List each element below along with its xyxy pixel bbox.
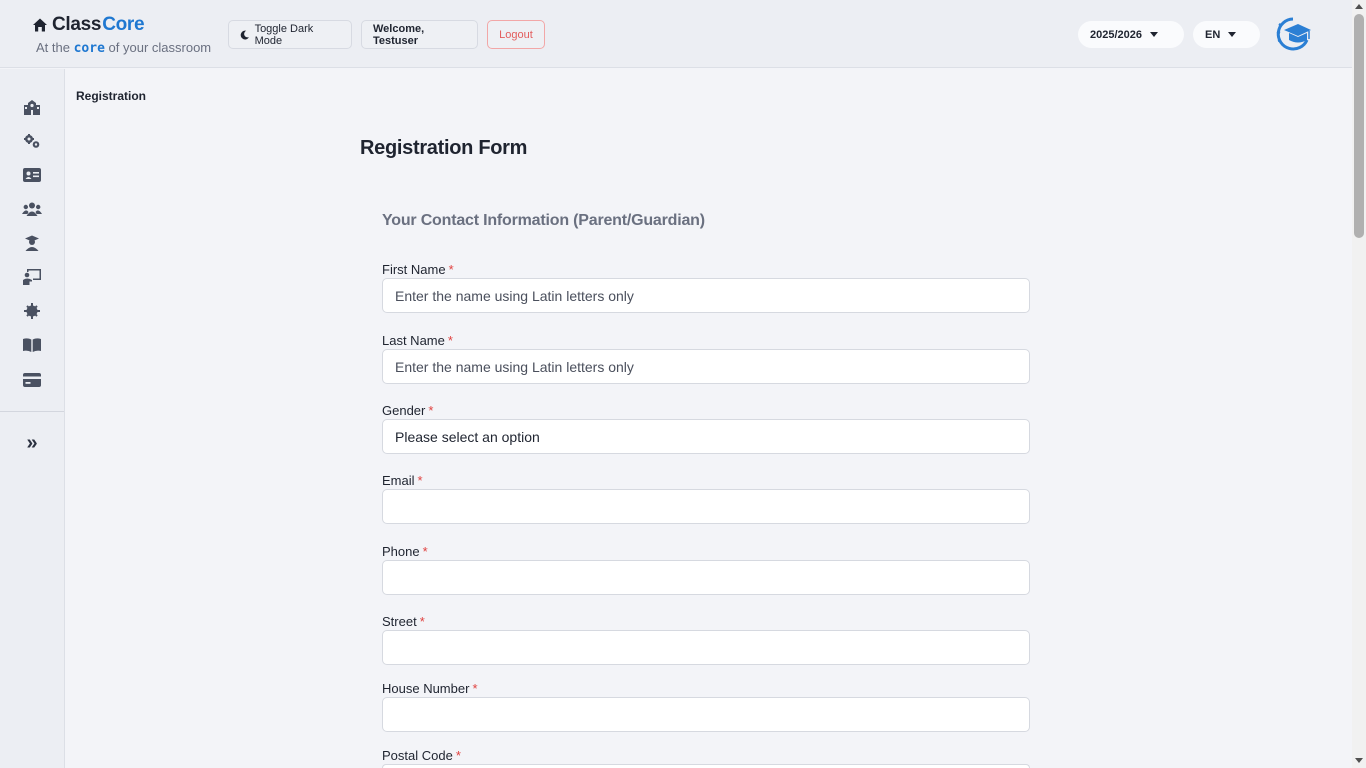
house-number-input[interactable] [382,697,1030,732]
section-title: Your Contact Information (Parent/Guardia… [382,212,705,229]
sidebar-item-id-card[interactable] [22,166,42,184]
moon-icon [240,30,249,39]
last-name-label-text: Last Name [382,333,445,348]
scroll-up-arrow-icon[interactable] [1355,4,1363,9]
sidebar-item-courses[interactable] [22,336,42,354]
required-mark: * [428,403,434,418]
breadcrumb: Registration [76,89,147,103]
sidebar-item-school[interactable] [22,98,42,116]
top-header: Class Core At the core of your classroom … [0,0,1352,68]
logout-button[interactable]: Logout [487,20,545,49]
house-number-label: House Number * [382,681,478,696]
toggle-dark-mode-label: Toggle Dark Mode [254,22,314,47]
required-mark: * [455,748,461,763]
welcome-label: Welcome, Testuser [373,22,425,47]
postal-code-label-text: Postal Code [382,748,453,763]
required-mark: * [422,544,428,559]
postal-code-input[interactable] [382,764,1030,768]
language-select[interactable]: EN [1193,21,1260,48]
street-input[interactable] [382,630,1030,665]
toggle-dark-mode-button[interactable]: Toggle Dark Mode [228,20,352,49]
sidebar-item-users[interactable] [22,200,42,218]
tagline-after: of your classroom [108,40,212,55]
required-mark: * [417,473,423,488]
last-name-input[interactable] [382,349,1030,384]
email-label: Email * [382,473,423,488]
brand-tagline: At the core of your classroom [32,40,211,56]
first-name-input[interactable] [382,278,1030,313]
required-mark: * [472,681,478,696]
required-mark: * [447,333,453,348]
sidebar-divider [0,411,64,412]
language-value: EN [1205,28,1221,41]
school-year-value: 2025/2026 [1090,28,1142,41]
user-graduate-icon [25,235,39,251]
gender-select-value: Please select an option [395,428,540,445]
school-icon [24,100,40,115]
id-card-icon [23,168,41,182]
house-number-label-text: House Number [382,681,470,696]
chevron-down-icon [1228,32,1237,37]
school-year-select[interactable]: 2025/2026 [1078,21,1184,48]
sidebar-item-payments[interactable] [22,371,42,389]
logout-label: Logout [499,28,533,41]
email-label-text: Email [382,473,415,488]
sidebar-item-configuration[interactable] [22,302,42,320]
street-label-text: Street [382,614,417,629]
gender-label-text: Gender [382,403,426,418]
tagline-core: core [73,41,105,56]
page-title: Registration Form [360,137,528,159]
gender-select[interactable]: Please select an option [382,419,1030,454]
home-icon [33,18,47,32]
credit-card-icon [23,373,41,387]
users-icon [22,202,42,216]
page-scrollbar[interactable] [1352,0,1366,768]
gears-icon [24,134,40,148]
brand[interactable]: Class Core At the core of your classroom [32,14,211,56]
cog-icon [24,303,40,319]
phone-label-text: Phone [382,544,420,559]
gender-label: Gender * [382,403,433,418]
required-mark: * [448,262,454,277]
first-name-label: First Name * [382,262,454,277]
brand-name-class: Class [52,14,102,35]
sidebar-item-settings[interactable] [22,132,42,150]
postal-code-label: Postal Code * [382,748,461,763]
sidebar-item-students[interactable] [22,234,42,252]
phone-label: Phone * [382,544,428,559]
street-label: Street * [382,614,425,629]
brand-name: Class Core [32,14,211,36]
last-name-label: Last Name * [382,333,453,348]
book-open-icon [23,338,41,352]
sidebar: » [0,69,65,768]
expand-sidebar-button[interactable]: » [22,432,42,454]
email-input[interactable] [382,489,1030,524]
sidebar-item-teachers[interactable] [22,268,42,286]
welcome-button[interactable]: Welcome, Testuser [361,20,478,49]
chevron-down-icon [1150,32,1158,37]
graduation-cap-logo-icon[interactable] [1274,16,1312,52]
chalkboard-teacher-icon [23,269,41,285]
scroll-down-arrow-icon[interactable] [1355,758,1363,763]
tagline-before: At the [36,40,70,55]
required-mark: * [419,614,425,629]
first-name-label-text: First Name [382,262,446,277]
brand-name-core: Core [102,14,145,35]
phone-input[interactable] [382,560,1030,595]
scrollbar-thumb[interactable] [1354,14,1364,238]
